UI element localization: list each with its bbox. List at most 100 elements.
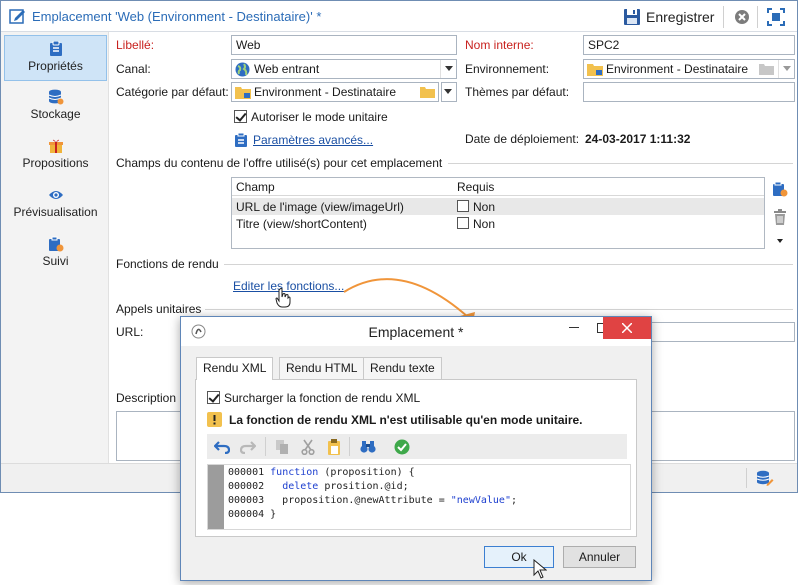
code-line: 000003 proposition.@newAttribute = "newV… bbox=[228, 495, 518, 506]
environnement-value: Environment - Destinataire bbox=[606, 62, 749, 76]
date-value: 24-03-2017 1:11:32 bbox=[585, 132, 691, 146]
surcharger-checkbox[interactable] bbox=[207, 391, 220, 404]
save-label: Enregistrer bbox=[646, 9, 715, 25]
toolbar-separator bbox=[349, 437, 350, 456]
code-keyword: function bbox=[270, 467, 319, 478]
line-number: 000004 bbox=[228, 509, 265, 520]
database-edit-icon[interactable] bbox=[756, 470, 774, 486]
emplacement-dialog: Emplacement * Rendu XML Rendu HTML Rendu… bbox=[180, 316, 652, 581]
cut-icon[interactable] bbox=[299, 438, 317, 456]
col-champ-header: Champ bbox=[236, 180, 275, 194]
paste-icon[interactable] bbox=[325, 438, 343, 456]
mouse-pointer-icon bbox=[533, 559, 547, 579]
close-circle-icon[interactable] bbox=[734, 9, 750, 25]
sidebar-item-label: Suivi bbox=[42, 254, 69, 268]
save-icon bbox=[623, 8, 641, 26]
table-row[interactable]: URL de l'image (view/imageUrl) Non bbox=[232, 198, 764, 215]
champ-cell: URL de l'image (view/imageUrl) bbox=[236, 200, 404, 214]
status-separator bbox=[746, 468, 747, 488]
requis-cell: Non bbox=[473, 200, 496, 214]
preview-eye-icon bbox=[48, 187, 64, 203]
libelle-label: Libellé: bbox=[116, 38, 155, 52]
minimize-icon bbox=[569, 327, 579, 328]
line-number: 000002 bbox=[228, 481, 265, 492]
sidebar-item-previsualisation[interactable]: Prévisualisation bbox=[4, 182, 107, 228]
folder-browse-icon[interactable] bbox=[420, 86, 435, 98]
tab-rendu-xml[interactable]: Rendu XML bbox=[196, 357, 274, 380]
grid-header: Champ Requis bbox=[232, 178, 764, 196]
minimize-button[interactable] bbox=[560, 317, 588, 339]
maximize-icon[interactable] bbox=[767, 8, 785, 26]
themes-field[interactable] bbox=[583, 82, 795, 102]
delete-trash-icon[interactable] bbox=[773, 209, 787, 225]
requis-checkbox[interactable] bbox=[457, 200, 469, 212]
tab-rendu-html[interactable]: Rendu HTML bbox=[279, 357, 365, 379]
code-gutter bbox=[208, 465, 224, 529]
autoriser-label: Autoriser le mode unitaire bbox=[251, 110, 388, 124]
folder-browse-icon[interactable] bbox=[759, 63, 774, 75]
redo-icon[interactable] bbox=[239, 438, 257, 456]
url-label: URL: bbox=[116, 325, 144, 339]
categorie-dropdown-button[interactable] bbox=[441, 82, 457, 102]
chevron-down-icon bbox=[440, 83, 456, 101]
close-button[interactable] bbox=[603, 317, 651, 339]
window-title: Emplacement 'Web (Environment - Destinat… bbox=[32, 9, 322, 24]
propositions-icon bbox=[48, 138, 64, 154]
close-icon bbox=[622, 323, 632, 333]
appels-section-title: Appels unitaires bbox=[116, 302, 202, 316]
hand-cursor-icon bbox=[275, 288, 291, 308]
champs-grid: Champ Requis URL de l'image (view/imageU… bbox=[231, 177, 765, 249]
sidebar-item-label: Stockage bbox=[30, 107, 81, 121]
canal-select[interactable]: Web entrant bbox=[231, 59, 457, 79]
title-bar: Emplacement 'Web (Environment - Destinat… bbox=[1, 1, 797, 32]
requis-checkbox[interactable] bbox=[457, 217, 469, 229]
code-line: 000002 delete prosition.@id; bbox=[228, 481, 409, 492]
rendu-section-title: Fonctions de rendu bbox=[116, 257, 219, 271]
table-row[interactable]: Titre (view/shortContent) Non bbox=[232, 215, 764, 232]
categorie-select[interactable]: Environment - Destinataire bbox=[231, 82, 439, 102]
champs-section-title: Champs du contenu de l'offre utilisé(s) … bbox=[116, 156, 443, 170]
parametres-avances-link[interactable]: Paramètres avancés... bbox=[253, 133, 373, 147]
editor-toolbar bbox=[207, 434, 627, 459]
sidebar-item-proprietes[interactable]: Propriétés bbox=[4, 35, 107, 81]
col-requis-header: Requis bbox=[457, 180, 495, 194]
parameters-icon bbox=[234, 132, 248, 148]
date-label: Date de déploiement: bbox=[465, 132, 580, 146]
themes-label: Thèmes par défaut: bbox=[465, 85, 570, 99]
tracking-icon bbox=[48, 236, 64, 252]
code-string: "newValue" bbox=[450, 495, 511, 506]
nom-interne-label: Nom interne: bbox=[465, 38, 534, 52]
copy-icon[interactable] bbox=[273, 438, 291, 456]
warning-icon bbox=[207, 412, 222, 427]
annuler-button[interactable]: Annuler bbox=[563, 546, 636, 568]
champ-cell: Titre (view/shortContent) bbox=[236, 217, 367, 231]
sidebar-item-stockage[interactable]: Stockage bbox=[4, 84, 107, 130]
dialog-title-bar: Emplacement * bbox=[181, 317, 651, 346]
check-icon[interactable] bbox=[393, 438, 411, 456]
save-button[interactable]: Enregistrer bbox=[623, 6, 714, 28]
add-field-icon[interactable] bbox=[772, 181, 788, 197]
more-down-icon[interactable] bbox=[777, 239, 783, 243]
sidebar: Propriétés Stockage Propositions Prévisu… bbox=[1, 32, 109, 472]
categorie-value: Environment - Destinataire bbox=[254, 85, 397, 99]
tab-rendu-texte[interactable]: Rendu texte bbox=[363, 357, 442, 379]
environnement-select[interactable]: Environment - Destinataire bbox=[583, 59, 795, 79]
requis-cell: Non bbox=[473, 217, 496, 231]
code-line: 000004 } bbox=[228, 509, 277, 520]
undo-icon[interactable] bbox=[213, 438, 231, 456]
section-divider bbox=[205, 309, 793, 310]
libelle-field[interactable]: Web bbox=[231, 35, 457, 55]
nom-interne-field[interactable]: SPC2 bbox=[583, 35, 795, 55]
code-editor[interactable]: 000001 function (proposition) { 000002 d… bbox=[207, 464, 631, 530]
categorie-label: Catégorie par défaut: bbox=[116, 85, 229, 99]
line-number: 000001 bbox=[228, 467, 265, 478]
sidebar-item-label: Prévisualisation bbox=[13, 205, 98, 219]
section-divider bbox=[224, 264, 793, 265]
code-keyword: delete bbox=[282, 481, 319, 492]
properties-icon bbox=[48, 41, 64, 57]
autoriser-checkbox[interactable] bbox=[234, 110, 247, 123]
find-binoculars-icon[interactable] bbox=[359, 438, 377, 456]
sidebar-item-propositions[interactable]: Propositions bbox=[4, 133, 107, 179]
sidebar-item-suivi[interactable]: Suivi bbox=[4, 231, 107, 277]
description-label: Description bbox=[116, 391, 177, 405]
